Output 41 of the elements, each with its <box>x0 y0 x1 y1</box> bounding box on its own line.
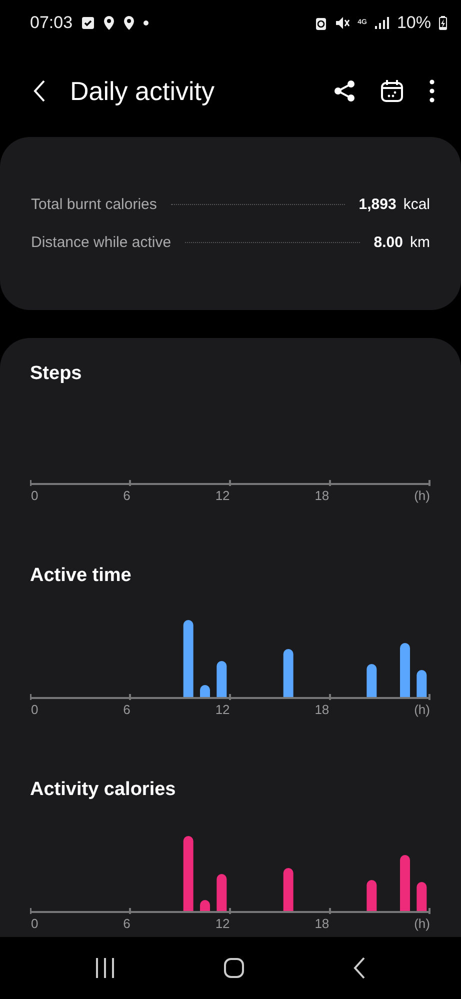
location-icon <box>102 16 115 30</box>
recent-apps-icon <box>94 958 115 978</box>
clock: 07:03 <box>30 12 73 32</box>
checkbox-icon <box>80 16 95 30</box>
back-icon <box>32 79 46 103</box>
axis-label: (h) <box>414 915 430 933</box>
mute-icon <box>334 16 350 30</box>
axis-label: 12 <box>215 701 230 719</box>
axis-label: 12 <box>215 915 230 933</box>
axis-label: (h) <box>414 487 430 505</box>
axis-label: 0 <box>31 701 38 719</box>
stat-value: 8.00 <box>374 234 403 250</box>
back-icon <box>353 957 366 979</box>
stat-unit: kcal <box>403 196 430 212</box>
share-icon <box>334 80 355 102</box>
chart-title: Active time <box>30 564 132 588</box>
stat-value: 1,893 <box>358 196 396 212</box>
axis-label: 18 <box>314 701 330 719</box>
battery-level: 10% <box>396 12 431 32</box>
battery-icon <box>439 16 447 30</box>
stat-unit: km <box>410 234 430 250</box>
axis-label: 12 <box>215 487 230 505</box>
axis-label: 18 <box>314 915 330 933</box>
chart-title: Activity calories <box>30 778 177 802</box>
stat-label: Distance while active <box>31 234 172 250</box>
location-icon <box>122 16 135 30</box>
axis-label: (h) <box>414 701 430 719</box>
calendar-icon <box>381 80 403 102</box>
more-icon <box>429 79 435 103</box>
axis-label: 0 <box>31 487 38 505</box>
stat-label: Total burnt calories <box>31 196 157 212</box>
axis-label: 18 <box>314 487 330 505</box>
page-title: Daily activity <box>70 76 216 106</box>
axis-label: 6 <box>123 487 130 505</box>
axis-label: 0 <box>31 915 38 933</box>
chart-title: Steps <box>30 362 83 386</box>
axis-label: 6 <box>123 701 130 719</box>
home-icon <box>224 958 244 978</box>
axis-label: 6 <box>123 915 130 933</box>
dot-icon <box>142 20 149 26</box>
signal-icon <box>374 16 389 28</box>
